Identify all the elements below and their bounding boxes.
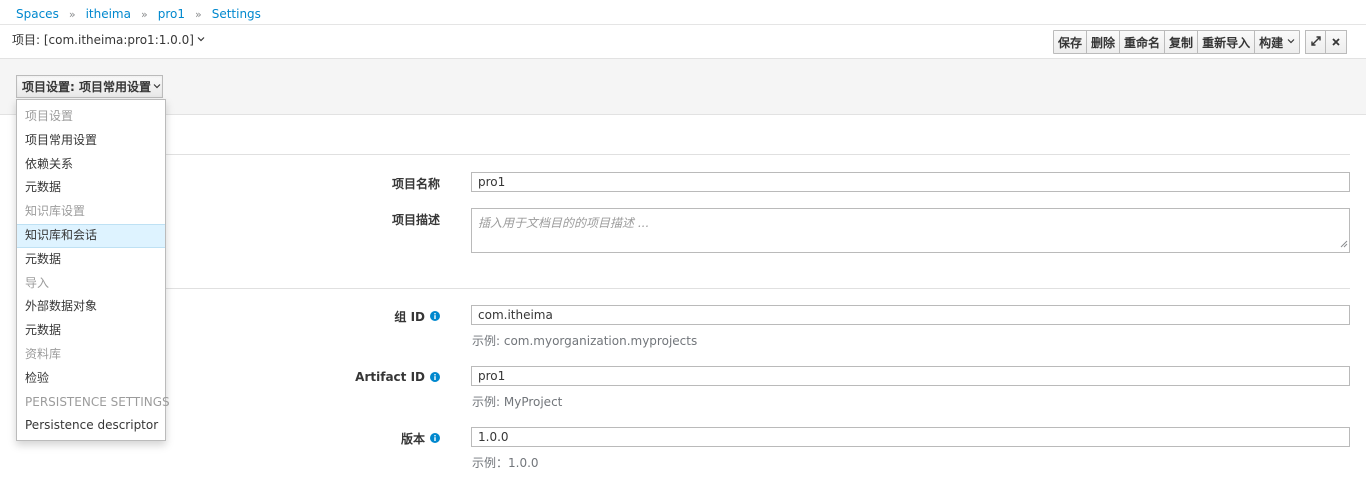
- version-help: 示例：1.0.0: [472, 456, 539, 470]
- artifact-id-label-row: Artifact ID: [300, 369, 440, 385]
- breadcrumb-project-pro1[interactable]: pro1: [158, 7, 185, 21]
- project-description-placeholder: 插入用于文档目的的项目描述 ...: [478, 216, 650, 230]
- breadcrumb-space-itheima[interactable]: itheima: [86, 7, 131, 21]
- menu-item[interactable]: 元数据: [17, 248, 165, 272]
- menu-section-header: PERSISTENCE SETTINGS: [25, 394, 170, 409]
- menu-item[interactable]: 外部数据对象: [17, 295, 165, 319]
- breadcrumb-spaces[interactable]: Spaces: [16, 7, 59, 21]
- group-id-help: 示例: com.myorganization.myprojects: [472, 334, 698, 348]
- build-dropdown-button[interactable]: 构建: [1255, 31, 1300, 53]
- project-title: 项目: [com.itheima:pro1:1.0.0]: [12, 33, 194, 47]
- close-icon: [1332, 35, 1340, 49]
- expand-icon: [1310, 35, 1321, 49]
- menu-item[interactable]: 项目常用设置: [17, 129, 165, 153]
- settings-section-label: 项目设置: 项目常用设置: [22, 80, 151, 94]
- project-name-label: 项目名称: [391, 176, 440, 191]
- menu-section-header: 项目设置: [25, 109, 74, 123]
- project-description-textarea[interactable]: 插入用于文档目的的项目描述 ...: [471, 208, 1350, 253]
- menu-section-header: 资料库: [25, 346, 62, 361]
- version-input[interactable]: 1.0.0: [471, 427, 1350, 447]
- section-divider: [166, 154, 1350, 155]
- breadcrumb-separator: »: [68, 7, 76, 21]
- build-button-label: 构建: [1259, 35, 1284, 50]
- menu-item[interactable]: 元数据: [17, 319, 165, 343]
- version-label: 版本: [400, 431, 425, 446]
- chevron-down-icon: [1287, 37, 1295, 47]
- project-title-dropdown[interactable]: 项目: [com.itheima:pro1:1.0.0]: [12, 31, 205, 48]
- delete-button[interactable]: 删除: [1087, 31, 1121, 53]
- menu-section-header: 知识库设置: [25, 204, 86, 219]
- chevron-down-icon: [153, 82, 161, 92]
- window-button-group: [1305, 30, 1348, 54]
- settings-dropdown-menu: 项目设置 项目常用设置 依赖关系 元数据 知识库设置 知识库和会话 元数据 导入 外部数据对象元…: [16, 99, 170, 441]
- settings-bar: [0, 58, 1366, 115]
- breadcrumb-separator: »: [140, 7, 148, 21]
- group-id-input[interactable]: com.itheima: [471, 305, 1350, 325]
- reimport-button[interactable]: 重新导入: [1198, 31, 1256, 53]
- info-icon[interactable]: [430, 433, 440, 443]
- rename-button[interactable]: 重命名: [1120, 31, 1166, 53]
- menu-item[interactable]: Persistence descriptor: [17, 414, 165, 438]
- artifact-id-input[interactable]: pro1: [471, 366, 1350, 386]
- breadcrumb: Spaces » itheima » pro1 » Settings: [16, 6, 261, 22]
- menu-item[interactable]: 知识库和会话: [17, 223, 165, 248]
- copy-button[interactable]: 复制: [1165, 31, 1199, 53]
- resize-grip-icon[interactable]: [1339, 237, 1348, 251]
- menu-item[interactable]: 依赖关系: [17, 153, 165, 177]
- action-button-group: 保存 删除 重命名 复制 重新导入 构建: [1053, 30, 1301, 54]
- breadcrumb-settings[interactable]: Settings: [212, 7, 261, 21]
- info-icon[interactable]: [430, 372, 440, 382]
- menu-item[interactable]: 检验: [17, 367, 165, 391]
- info-icon[interactable]: [430, 311, 440, 321]
- project-description-label: 项目描述: [391, 212, 440, 227]
- group-id-label-row: 组 ID: [300, 308, 440, 324]
- project-name-input[interactable]: pro1: [471, 172, 1350, 192]
- expand-button[interactable]: [1306, 31, 1327, 53]
- group-id-label: 组 ID: [394, 309, 425, 324]
- section-divider: [166, 288, 1350, 289]
- project-toolbar: 保存 删除 重命名 复制 重新导入 构建: [1053, 30, 1348, 54]
- settings-section-select[interactable]: 项目设置: 项目常用设置: [16, 75, 163, 98]
- menu-section-header: 导入: [25, 275, 50, 290]
- version-label-row: 版本: [300, 430, 440, 446]
- breadcrumb-divider: [0, 24, 1366, 25]
- menu-item[interactable]: 元数据: [17, 176, 165, 200]
- artifact-id-label: Artifact ID: [355, 370, 425, 384]
- save-button[interactable]: 保存: [1054, 31, 1088, 53]
- close-button[interactable]: [1326, 31, 1347, 53]
- breadcrumb-separator: »: [194, 7, 202, 21]
- artifact-id-help: 示例: MyProject: [472, 395, 563, 409]
- chevron-down-icon: [197, 35, 205, 45]
